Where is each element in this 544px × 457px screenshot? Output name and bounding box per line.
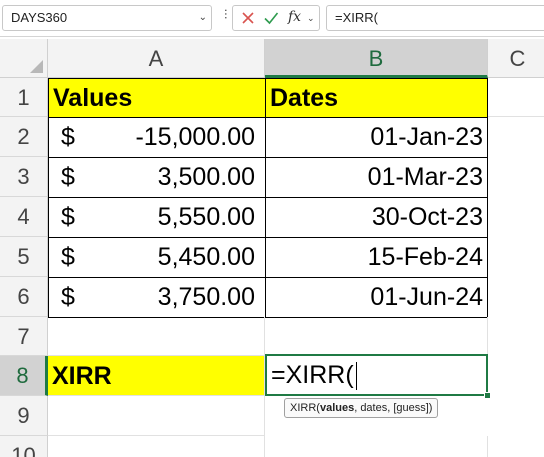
row-header-7[interactable]: 7 (0, 317, 48, 356)
currency-symbol: $ (61, 203, 75, 231)
amount-value: -15,000.00 (135, 123, 255, 151)
amount-value: 5,450.00 (157, 243, 255, 271)
function-signature-tooltip[interactable]: XIRR(values, dates, [guess]) (284, 398, 439, 418)
cell-a6[interactable]: $ 3,750.00 (48, 277, 266, 318)
currency-symbol: $ (61, 123, 75, 151)
chevron-down-icon[interactable]: ⌄ (199, 6, 207, 30)
row-header-8[interactable]: 8 (0, 356, 48, 396)
cell-b7[interactable] (265, 317, 488, 356)
row-header-2[interactable]: 2 (0, 117, 48, 157)
select-all-icon (30, 60, 43, 73)
row-header-6[interactable]: 6 (0, 277, 48, 317)
enter-check-icon[interactable] (262, 9, 280, 27)
cell-b3[interactable]: 01-Mar-23 (265, 157, 488, 198)
currency-symbol: $ (61, 283, 75, 311)
cell-b4[interactable]: 30-Oct-23 (265, 197, 488, 238)
cell-b6[interactable]: 01-Jun-24 (265, 277, 488, 318)
tooltip-func: XIRR( (290, 402, 320, 414)
cell-a8[interactable]: XIRR (48, 356, 265, 396)
cell-b8-text: =XIRR( (271, 361, 354, 389)
formula-bar: DAYS360 ⌄ ··· fx ⌄ =XIRR( (0, 0, 544, 37)
cell-a3[interactable]: $ 3,500.00 (48, 157, 266, 198)
column-header-c[interactable]: C (488, 39, 544, 78)
cell-a4[interactable]: $ 5,550.00 (48, 197, 266, 238)
cell-a5[interactable]: $ 5,450.00 (48, 237, 266, 278)
name-box-value: DAYS360 (11, 10, 68, 25)
cell-b5[interactable]: 15-Feb-24 (265, 237, 488, 278)
amount-value: 3,500.00 (157, 163, 255, 191)
cell-b8-editor[interactable]: =XIRR( (265, 354, 488, 396)
name-box[interactable]: DAYS360 ⌄ (2, 5, 212, 31)
row-header-9[interactable]: 9 (0, 396, 48, 436)
cell-b10[interactable] (265, 436, 488, 457)
cancel-icon[interactable] (239, 9, 257, 27)
amount-value: 5,550.00 (157, 203, 255, 231)
tooltip-current-arg[interactable]: values (320, 402, 354, 414)
cell-b1[interactable]: Dates (265, 78, 488, 118)
chevron-down-icon[interactable]: ⌄ (307, 13, 315, 24)
cell-b2[interactable]: 01-Jan-23 (265, 117, 488, 158)
column-header-a[interactable]: A (48, 39, 265, 78)
row-header-1[interactable]: 1 (0, 78, 48, 117)
text-caret (355, 362, 358, 391)
cell-a2[interactable]: $ -15,000.00 (48, 117, 266, 158)
fill-handle[interactable] (484, 392, 491, 399)
cell-a7[interactable] (48, 317, 265, 356)
currency-symbol: $ (61, 163, 75, 191)
formula-input[interactable]: =XIRR( (326, 5, 544, 31)
formula-buttons: fx ⌄ (232, 5, 320, 31)
insert-function-icon[interactable]: fx (288, 9, 301, 25)
column-header-b[interactable]: B (265, 39, 488, 78)
row-header-3[interactable]: 3 (0, 157, 48, 197)
select-all-corner[interactable] (0, 39, 48, 78)
row-header-4[interactable]: 4 (0, 197, 48, 237)
cell-a9[interactable] (48, 396, 265, 436)
amount-value: 3,750.00 (157, 283, 255, 311)
cell-c1[interactable] (488, 78, 544, 117)
cell-a1[interactable]: Values (48, 78, 266, 118)
currency-symbol: $ (61, 243, 75, 271)
row-header-10[interactable]: 10 (0, 436, 48, 457)
cell-a10[interactable] (48, 436, 265, 457)
tooltip-rest-args: , dates, [guess]) (354, 402, 433, 414)
row-header-5[interactable]: 5 (0, 237, 48, 277)
